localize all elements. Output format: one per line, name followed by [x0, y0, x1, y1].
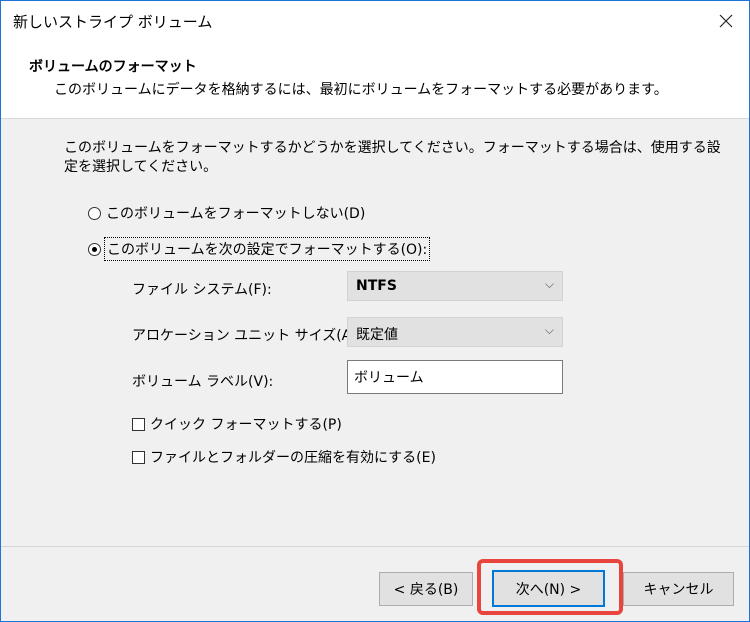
- compression-checkbox[interactable]: [132, 450, 145, 464]
- intro-text: このボリュームをフォーマットするかどうかを選択してください。フォーマットする場合…: [64, 140, 721, 175]
- radio-no-format-label: このボリュームをフォーマットしない(D): [106, 206, 366, 222]
- volume-label-value: ボリューム: [354, 370, 424, 386]
- chevron-down-icon: ⌵: [544, 277, 554, 291]
- title-bar: 新しいストライプ ボリューム: [1, 1, 749, 41]
- volume-label-input[interactable]: ボリューム: [347, 360, 563, 394]
- cancel-button[interactable]: キャンセル: [623, 572, 734, 606]
- volume-label-label: ボリューム ラベル(V):: [132, 374, 274, 390]
- allocation-select[interactable]: 既定値 ⌵: [347, 317, 563, 347]
- close-button[interactable]: [703, 1, 749, 41]
- dialog-window: 新しいストライプ ボリューム ボリュームのフォーマット このボリュームにデータを…: [0, 0, 750, 622]
- quick-format-label: クイック フォーマットする(P): [150, 417, 342, 433]
- radio-button-no-format[interactable]: [88, 206, 101, 220]
- radio-format[interactable]: このボリュームを次の設定でフォーマットする(O):: [88, 237, 431, 261]
- header-subtitle: このボリュームにデータを格納するには、最初にボリュームをフォーマットする必要があ…: [54, 82, 668, 98]
- footer-divider: [1, 546, 749, 547]
- wizard-header: ボリュームのフォーマット このボリュームにデータを格納するには、最初にボリューム…: [1, 41, 749, 119]
- filesystem-select[interactable]: NTFS ⌵: [347, 271, 563, 301]
- allocation-value: 既定値: [356, 327, 398, 343]
- next-button[interactable]: 次へ(N) >: [492, 570, 605, 607]
- radio-button-format[interactable]: [88, 242, 101, 256]
- radio-no-format[interactable]: このボリュームをフォーマットしない(D): [88, 203, 365, 223]
- back-button[interactable]: < 戻る(B): [379, 572, 473, 606]
- quick-format-checkbox-row[interactable]: クイック フォーマットする(P): [132, 414, 342, 434]
- chevron-down-icon: ⌵: [544, 323, 554, 337]
- window-title: 新しいストライプ ボリューム: [13, 13, 213, 31]
- filesystem-label: ファイル システム(F):: [132, 282, 272, 298]
- compression-label: ファイルとフォルダーの圧縮を有効にする(E): [150, 450, 436, 466]
- close-icon: [719, 14, 733, 28]
- quick-format-checkbox[interactable]: [132, 417, 145, 431]
- radio-format-label: このボリュームを次の設定でフォーマットする(O):: [103, 237, 431, 261]
- compression-checkbox-row[interactable]: ファイルとフォルダーの圧縮を有効にする(E): [132, 447, 436, 467]
- header-title: ボリュームのフォーマット: [29, 59, 197, 75]
- filesystem-value: NTFS: [356, 278, 397, 294]
- allocation-label: アロケーション ユニット サイズ(A):: [132, 328, 362, 344]
